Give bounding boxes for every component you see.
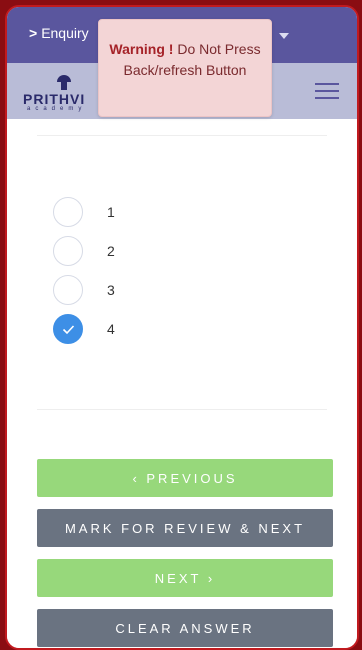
- divider: [37, 409, 327, 410]
- checkmark-icon: [62, 325, 75, 335]
- mark-for-review-next-button[interactable]: MARK FOR REVIEW & NEXT: [37, 509, 333, 547]
- logo-mark-icon: [57, 75, 71, 90]
- clear-answer-button[interactable]: CLEAR ANSWER: [37, 609, 333, 647]
- question-panel: 1 2 3 4 ‹ PREVIOUS MARK FOR REVIEW & NEX…: [7, 119, 357, 648]
- radio-button[interactable]: [53, 236, 83, 266]
- option-label: 4: [107, 321, 115, 337]
- option-2[interactable]: 2: [53, 236, 253, 270]
- app-frame: > Enquiry PRITHVI academy 1 2 3 4 ‹ PREV…: [5, 5, 359, 650]
- logo-subtitle: academy: [27, 106, 87, 112]
- hamburger-menu-icon[interactable]: [315, 83, 339, 99]
- previous-button[interactable]: ‹ PREVIOUS: [37, 459, 333, 497]
- option-label: 1: [107, 204, 115, 220]
- option-4[interactable]: 4: [53, 314, 253, 348]
- enquiry-label: Enquiry: [41, 25, 89, 41]
- option-label: 2: [107, 243, 115, 259]
- warning-label: Warning !: [109, 41, 174, 57]
- warning-toast: Warning ! Do Not Press Back/refresh Butt…: [98, 19, 272, 117]
- divider: [37, 135, 327, 136]
- next-button[interactable]: NEXT ›: [37, 559, 333, 597]
- enquiry-link[interactable]: > Enquiry: [29, 25, 89, 41]
- radio-button[interactable]: [53, 197, 83, 227]
- option-3[interactable]: 3: [53, 275, 253, 309]
- caret-down-icon[interactable]: [279, 33, 289, 39]
- option-1[interactable]: 1: [53, 197, 253, 231]
- chevron-right-icon: >: [29, 25, 38, 41]
- logo-wordmark: PRITHVI: [23, 91, 86, 107]
- radio-button-selected[interactable]: [53, 314, 83, 344]
- option-label: 3: [107, 282, 115, 298]
- radio-button[interactable]: [53, 275, 83, 305]
